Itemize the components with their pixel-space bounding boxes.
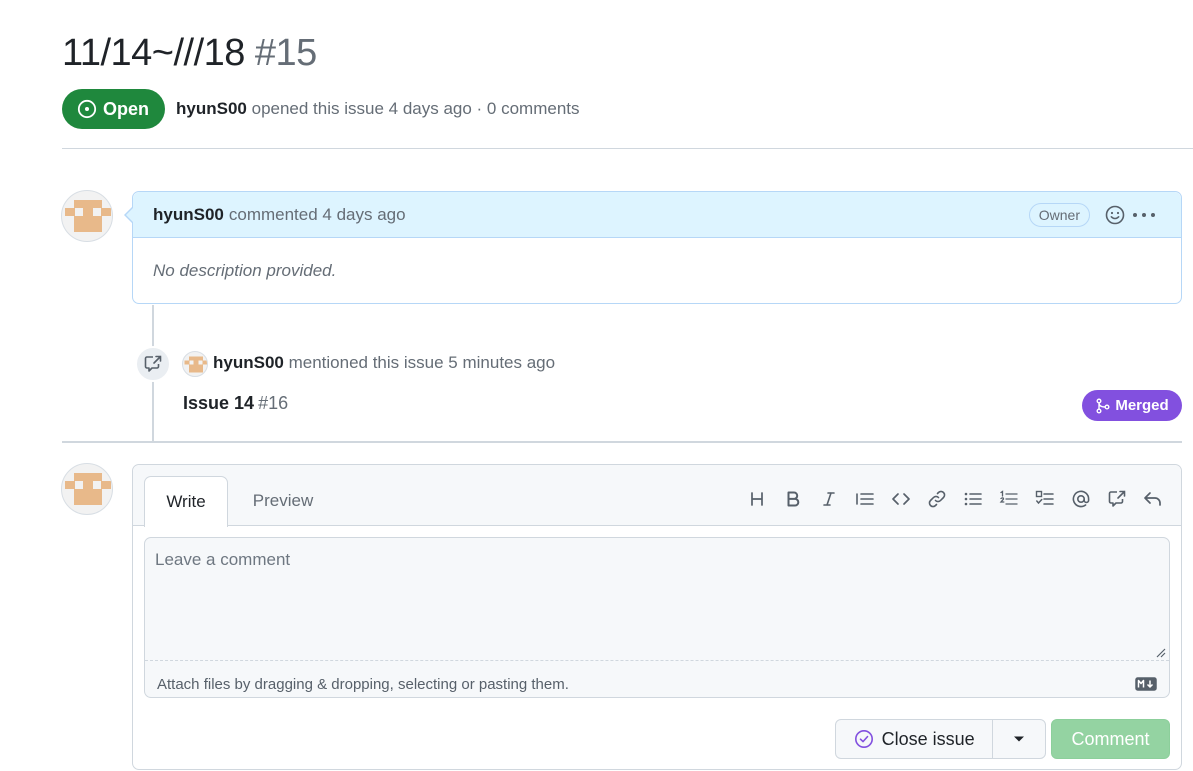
cross-reference-icon (1108, 490, 1126, 507)
italic-button[interactable] (811, 485, 847, 513)
tab-preview[interactable]: Preview (239, 476, 327, 526)
event-author-link[interactable]: hyunS00 (213, 353, 284, 372)
cross-reference-icon (144, 355, 162, 372)
link-button[interactable] (919, 485, 955, 513)
close-issue-button[interactable]: Close issue (836, 720, 994, 758)
bold-button[interactable] (775, 485, 811, 513)
issue-meta-suffix: opened this issue 4 days ago · 0 comment… (251, 99, 580, 118)
close-issue-dropdown[interactable] (993, 720, 1045, 758)
comment-body: No description provided. (153, 261, 337, 280)
merged-badge: Merged (1082, 390, 1182, 421)
attach-files-area[interactable]: Attach files by dragging & dropping, sel… (145, 666, 1169, 703)
tab-write[interactable]: Write (144, 476, 228, 527)
issue-meta-text: hyunS00 opened this issue 4 days ago · 0… (176, 99, 580, 119)
resize-handle-icon[interactable] (1156, 648, 1166, 658)
editor-tabs: Write Preview (133, 465, 1181, 527)
comment-textarea-wrapper: Attach files by dragging & dropping, sel… (144, 537, 1170, 698)
comment-button[interactable]: Comment (1051, 719, 1170, 759)
task-list-icon (1035, 490, 1054, 505)
issue-state-label: Open (103, 98, 150, 119)
attach-files-hint: Attach files by dragging & dropping, sel… (157, 676, 569, 693)
triangle-down-icon (1014, 736, 1025, 742)
referenced-pr-number: #16 (258, 393, 289, 413)
comment-author-link[interactable]: hyunS00 (153, 205, 224, 225)
italic-icon (823, 492, 835, 506)
code-icon (892, 493, 910, 505)
ordered-list-icon (999, 490, 1018, 505)
saved-replies-button[interactable] (1135, 485, 1171, 513)
identicon-image (65, 473, 111, 505)
unordered-list-icon (964, 492, 982, 506)
close-issue-label: Close issue (881, 728, 975, 749)
issue-comment: hyunS00 commented 4 days ago Owner No de… (124, 191, 1182, 304)
markdown-toolbar (739, 485, 1171, 513)
ordered-list-button[interactable] (991, 485, 1027, 513)
issue-author-link[interactable]: hyunS00 (176, 99, 247, 118)
comment-editor: Write Preview Leave a comment Attach fil… (132, 464, 1182, 770)
link-icon (928, 490, 946, 508)
comment-caret-inner (126, 207, 134, 223)
event-avatar[interactable] (182, 351, 208, 377)
comment-textarea[interactable] (145, 538, 1169, 661)
reply-icon (1144, 492, 1161, 506)
issue-title-row: 11/14~///18 #15 (62, 32, 317, 75)
smiley-icon (1105, 205, 1125, 225)
issue-meta: Open hyunS00 opened this issue 4 days ag… (62, 89, 580, 129)
event-action: mentioned this issue 5 minutes ago (288, 353, 556, 372)
cross-reference-button[interactable] (1099, 485, 1135, 513)
referenced-pr-title[interactable]: Issue 14 (183, 393, 254, 413)
issue-state-badge: Open (62, 89, 166, 129)
event-text: hyunS00 mentioned this issue 5 minutes a… (213, 353, 555, 373)
quote-button[interactable] (847, 485, 883, 513)
heading-button[interactable] (739, 485, 775, 513)
check-circle-icon (854, 730, 873, 748)
mention-button[interactable] (1063, 485, 1099, 513)
comment-header: hyunS00 commented 4 days ago Owner (124, 192, 1181, 238)
close-issue-button-group: Close issue (835, 719, 1046, 759)
timeline-divider (62, 441, 1182, 443)
issue-open-icon (77, 99, 97, 119)
kebab-horizontal-icon (1133, 213, 1155, 217)
add-reaction-button[interactable] (1103, 203, 1127, 227)
git-merge-icon (1096, 398, 1110, 413)
quote-icon (856, 493, 874, 505)
issue-title: 11/14~///18 (62, 32, 245, 74)
owner-badge: Owner (1028, 203, 1090, 227)
issue-number: #15 (254, 32, 317, 74)
header-divider (62, 148, 1193, 149)
markdown-icon[interactable] (1135, 677, 1157, 691)
avatar[interactable] (61, 463, 113, 515)
avatar[interactable] (61, 190, 113, 242)
merged-badge-label: Merged (1115, 397, 1169, 414)
task-list-button[interactable] (1027, 485, 1063, 513)
bold-icon (787, 491, 800, 507)
identicon-image (184, 356, 207, 373)
code-button[interactable] (883, 485, 919, 513)
cross-reference-event-badge (135, 346, 171, 382)
comment-options-button[interactable] (1131, 203, 1157, 227)
identicon-image (65, 200, 111, 232)
unordered-list-button[interactable] (955, 485, 991, 513)
heading-icon (751, 492, 763, 506)
mention-icon (1072, 490, 1090, 508)
referenced-pr-link[interactable]: Issue 14 #16 (183, 393, 288, 414)
comment-timestamp[interactable]: commented 4 days ago (229, 205, 406, 225)
